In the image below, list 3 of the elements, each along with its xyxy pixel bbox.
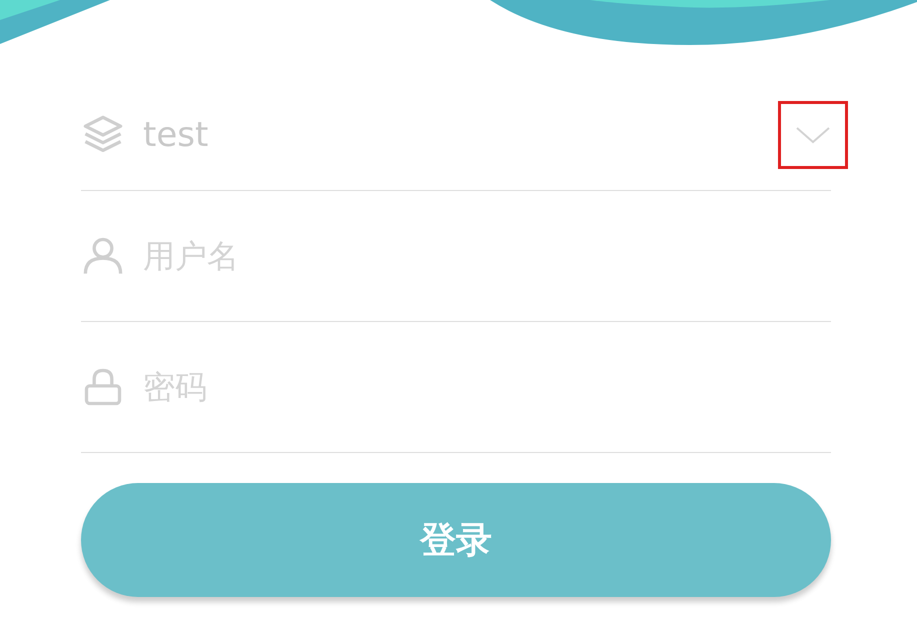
login-button[interactable]: 登录 <box>81 483 831 597</box>
dropdown-button[interactable] <box>778 101 848 169</box>
chevron-down-icon <box>795 125 831 145</box>
